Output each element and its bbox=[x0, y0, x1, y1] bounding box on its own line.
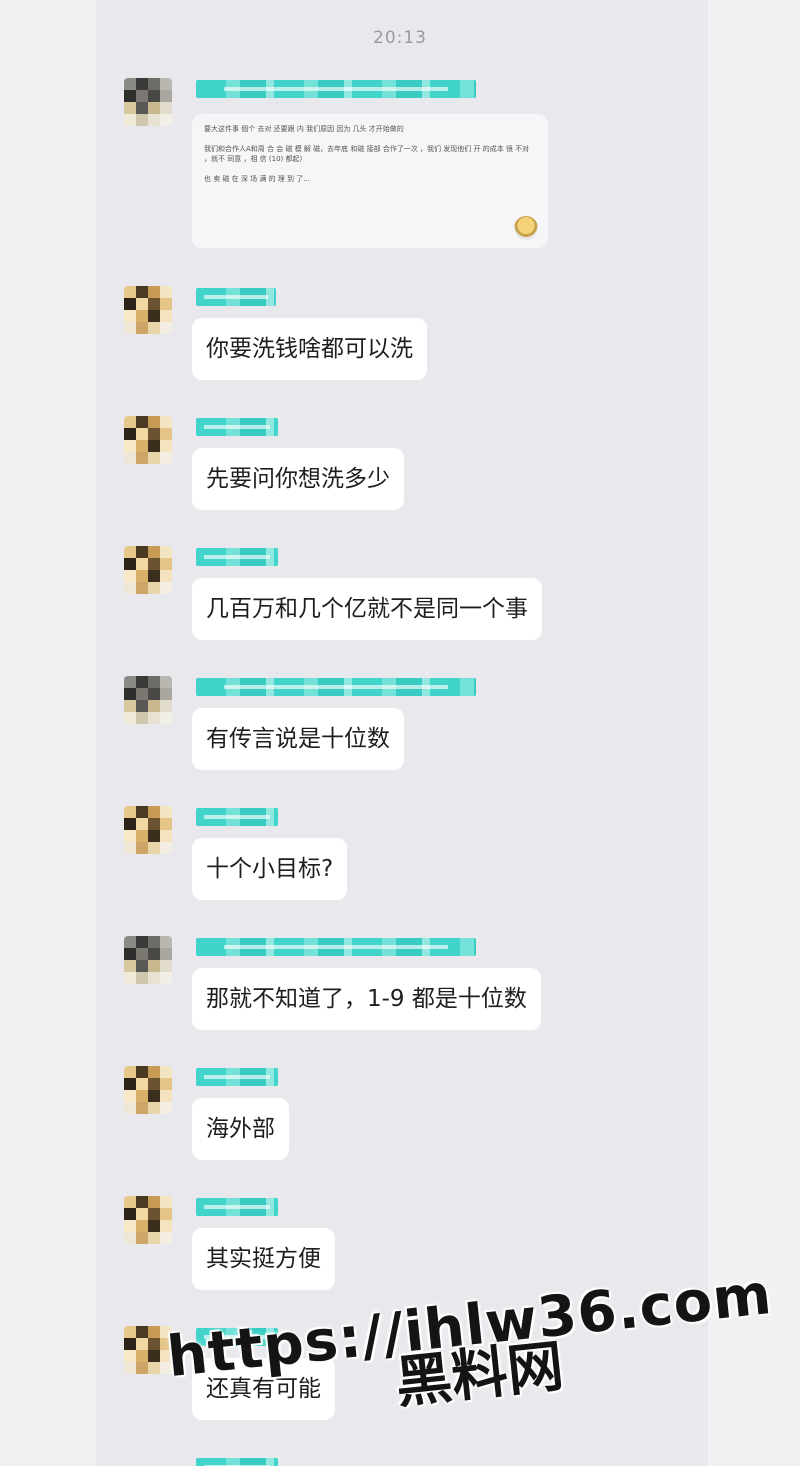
sender-name-redacted bbox=[196, 1458, 278, 1466]
message-item: 有传言说是十位数 bbox=[0, 676, 800, 796]
avatar[interactable] bbox=[124, 1196, 172, 1244]
message-bubble[interactable]: 十个小目标? bbox=[192, 838, 348, 900]
quoted-line-2: 我们和合作人A和周 合 会 磁 模 解 磁，去年底 和磁 接部 合作了一次 ，我… bbox=[204, 145, 530, 163]
sender-name-redacted bbox=[196, 80, 476, 98]
message-item: 海外部 bbox=[0, 1066, 800, 1186]
sender-name-redacted bbox=[196, 418, 278, 436]
message-item: 几百万和几个亿就不是同一个事 bbox=[0, 546, 800, 666]
sender-name-redacted bbox=[196, 938, 476, 956]
message-bubble[interactable]: 先要问你想洗多少 bbox=[192, 448, 404, 510]
avatar[interactable] bbox=[124, 546, 172, 594]
avatar[interactable] bbox=[124, 416, 172, 464]
message-bubble[interactable]: 你要洗钱啥都可以洗 bbox=[192, 318, 427, 380]
sticker-icon bbox=[514, 216, 538, 240]
chat-timestamp: 20:13 bbox=[373, 28, 427, 48]
message-item: 十个小目标? bbox=[0, 806, 800, 926]
message-quoted-card: 要大这件事 個个 去对 还要跟 内 我们原因 因为 几头 才开始做的 我们和合作… bbox=[0, 78, 800, 248]
message-bubble[interactable]: 几百万和几个亿就不是同一个事 bbox=[192, 578, 542, 640]
avatar[interactable] bbox=[124, 78, 172, 126]
sender-name-redacted bbox=[196, 1198, 278, 1216]
message-item: 先要问你想洗多少 bbox=[0, 416, 800, 536]
quoted-line-1: 要大这件事 個个 去对 还要跟 内 我们原因 因为 几头 才开始做的 bbox=[204, 125, 404, 133]
message-bubble[interactable]: 有传言说是十位数 bbox=[192, 708, 404, 770]
message-bubble[interactable]: 海外部 bbox=[192, 1098, 289, 1160]
quoted-line-3: 也 卖 磁 在 深 场 满 的 理 到 了... bbox=[204, 175, 310, 183]
sender-name-redacted bbox=[196, 288, 276, 306]
avatar[interactable] bbox=[124, 806, 172, 854]
avatar[interactable] bbox=[124, 676, 172, 724]
watermark: https://ihlw36.com 黑料网 bbox=[161, 1262, 775, 1416]
sender-name-redacted bbox=[196, 808, 278, 826]
message-item-partial bbox=[0, 1456, 800, 1466]
sender-name-redacted bbox=[196, 548, 278, 566]
message-item: 那就不知道了，1-9 都是十位数 bbox=[0, 936, 800, 1056]
sender-name-redacted bbox=[196, 678, 476, 696]
avatar[interactable] bbox=[124, 1066, 172, 1114]
sender-name-redacted bbox=[196, 1068, 278, 1086]
avatar[interactable] bbox=[124, 286, 172, 334]
message-bubble[interactable]: 那就不知道了，1-9 都是十位数 bbox=[192, 968, 541, 1030]
message-item: 你要洗钱啥都可以洗 bbox=[0, 286, 800, 406]
quoted-message-card[interactable]: 要大这件事 個个 去对 还要跟 内 我们原因 因为 几头 才开始做的 我们和合作… bbox=[192, 114, 548, 248]
avatar[interactable] bbox=[124, 936, 172, 984]
